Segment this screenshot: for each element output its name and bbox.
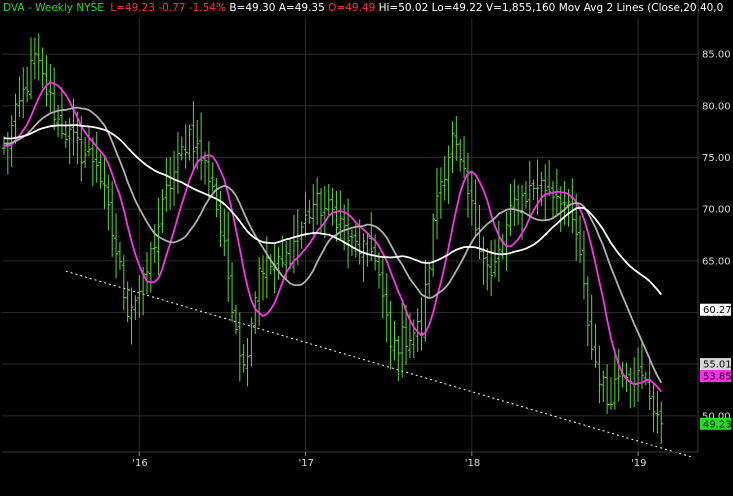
x-tick-label: '17: [299, 458, 314, 469]
y-tick-label: 65.00: [702, 256, 731, 267]
y-tick-label: 80.00: [702, 101, 731, 112]
x-axis: '16 '17 '18 '19: [2, 451, 698, 469]
price-chart[interactable]: 50.0055.0060.0065.0070.0075.0080.0085.00…: [0, 0, 733, 496]
price-tag-label: 49.23: [703, 419, 732, 430]
x-tick-label: '16: [132, 458, 147, 469]
grid-lines: [2, 18, 698, 452]
x-tick-label: '18: [465, 458, 480, 469]
moving-averages: [3, 81, 663, 393]
y-tick-label: 75.00: [702, 153, 731, 164]
price-bars: [1, 33, 664, 444]
price-tag-label: 53.85: [703, 372, 732, 383]
y-axis: 50.0055.0060.0065.0070.0075.0080.0085.00: [697, 0, 731, 452]
price-tag-label: 55.01: [703, 360, 732, 371]
x-tick-label: '19: [631, 458, 646, 469]
y-tick-label: 85.00: [702, 50, 731, 61]
y-tick-label: 70.00: [702, 205, 731, 216]
price-tag-label: 60.27: [703, 305, 732, 316]
moving-average-line: [3, 106, 663, 384]
